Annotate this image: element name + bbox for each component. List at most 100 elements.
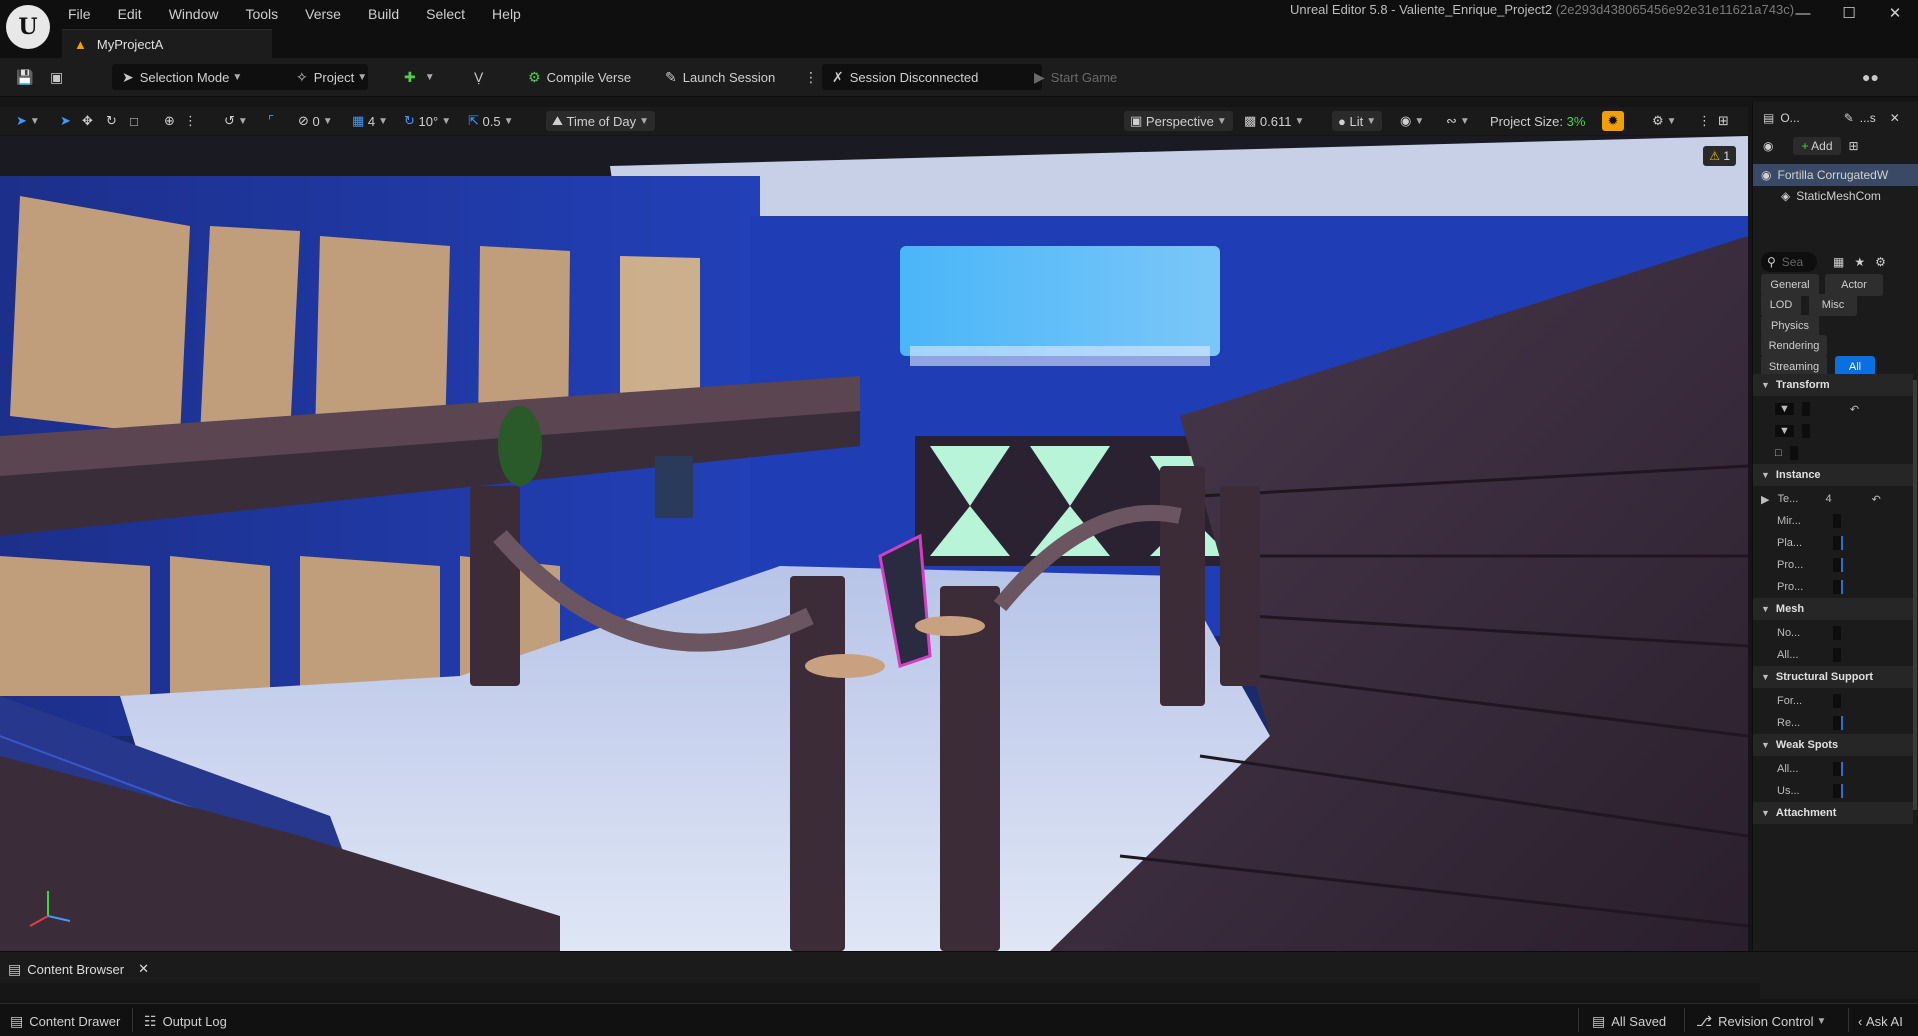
output-log-button[interactable]: ☷ Output Log xyxy=(144,1011,227,1031)
structural-prop-value[interactable] xyxy=(1833,694,1841,708)
select-arrow-icon[interactable]: ➤ xyxy=(60,111,71,131)
show-flags-dropdown[interactable]: ◉ ▼ xyxy=(1400,111,1424,131)
section-mesh[interactable]: ▼ Mesh xyxy=(1753,598,1913,620)
rotation-dropdown[interactable]: ▼ xyxy=(1775,425,1794,437)
component-row[interactable]: ◈ StaticMeshCom xyxy=(1753,186,1918,206)
instance-prop-value[interactable] xyxy=(1833,558,1843,572)
expand-arrow-icon[interactable]: ▶ xyxy=(1761,493,1769,506)
favorites-star-icon[interactable]: ★ xyxy=(1854,255,1865,269)
launch-session-button[interactable]: ✎ Launch Session xyxy=(665,64,775,90)
weak-prop-value[interactable] xyxy=(1833,784,1843,798)
section-transform[interactable]: ▼ Transform xyxy=(1753,374,1913,396)
world-icon[interactable]: ⊕ xyxy=(164,111,175,131)
table-view-icon[interactable]: ▦ xyxy=(1833,255,1844,269)
menu-tools[interactable]: Tools xyxy=(245,6,278,22)
rotation-value[interactable] xyxy=(1801,424,1810,438)
ask-ai-button[interactable]: ‹ Ask AI xyxy=(1858,1011,1903,1031)
add-actor-dropdown[interactable]: ✚ ▼ xyxy=(404,64,435,90)
map-check-warning[interactable]: ⚠ 1 xyxy=(1703,146,1736,166)
outliner-tab[interactable]: O... xyxy=(1780,111,1799,125)
time-of-day-dropdown[interactable]: ⛰ Time of Day ▼ xyxy=(546,111,656,131)
menu-build[interactable]: Build xyxy=(368,6,399,22)
category-physics[interactable]: Physics xyxy=(1761,315,1819,337)
minimize-icon[interactable]: — xyxy=(1780,5,1826,22)
details-search-box[interactable]: ⚲ Sea xyxy=(1761,252,1817,272)
menu-file[interactable]: File xyxy=(68,6,91,22)
content-drawer-button[interactable]: ▤ Content Drawer xyxy=(10,1011,120,1031)
select-tool-dropdown[interactable]: ➤ ▼ xyxy=(16,111,40,131)
project-tab[interactable]: ▲ MyProjectA xyxy=(62,29,272,58)
grid-snap-dropdown[interactable]: ▦ 4 ▼ xyxy=(352,111,388,131)
section-instance[interactable]: ▼ Instance xyxy=(1753,464,1913,486)
viewport-settings-dropdown[interactable]: ⚙ ▼ xyxy=(1652,111,1677,131)
realtime-toggle-icon[interactable]: ✹ xyxy=(1602,111,1624,131)
lock-icon[interactable]: □ xyxy=(1775,447,1782,459)
structural-prop-value[interactable] xyxy=(1833,716,1843,730)
reset-icon[interactable]: ↶ xyxy=(1850,403,1859,416)
revision-control-dropdown[interactable]: ⎇ Revision Control ▼ xyxy=(1696,1011,1826,1031)
content-browser-tab[interactable]: ▤ Content Browser ✕ xyxy=(8,958,149,980)
snap-count-dropdown[interactable]: ⊘ 0 ▼ xyxy=(298,111,333,131)
translate-icon[interactable]: ✥ xyxy=(82,111,93,131)
category-general[interactable]: General xyxy=(1761,274,1819,296)
surface-snap-icon[interactable]: ⌜ xyxy=(268,111,274,131)
menu-help[interactable]: Help xyxy=(492,6,521,22)
mesh-prop-value[interactable] xyxy=(1833,648,1841,662)
details-scrollbar[interactable] xyxy=(1913,380,1917,810)
instance-prop-value[interactable] xyxy=(1833,580,1843,594)
mesh-prop-value[interactable] xyxy=(1833,626,1841,640)
performance-dropdown[interactable]: ∾ ▼ xyxy=(1446,111,1470,131)
menu-window[interactable]: Window xyxy=(169,6,219,22)
maximize-icon[interactable]: ☐ xyxy=(1826,4,1872,22)
rotate-mode-dropdown[interactable]: ↺ ▼ xyxy=(224,111,248,131)
layout-icon[interactable]: ⊞ xyxy=(1718,111,1729,131)
instance-prop-value[interactable]: 4 xyxy=(1825,493,1831,505)
section-attachment[interactable]: ▼ Attachment xyxy=(1753,802,1913,824)
category-rendering[interactable]: Rendering xyxy=(1761,335,1827,357)
scale-snap-dropdown[interactable]: ⇱ 0.5 ▼ xyxy=(468,111,514,131)
browse-icon[interactable]: ▣ xyxy=(50,64,69,90)
details-tab[interactable]: ...s xyxy=(1860,111,1876,125)
unreal-logo-icon[interactable]: U xyxy=(6,5,50,49)
perspective-dropdown[interactable]: ▣ Perspective ▼ xyxy=(1124,111,1233,131)
blueprint-icon[interactable]: ⊞ xyxy=(1849,139,1859,153)
all-saved-button[interactable]: ▤ All Saved xyxy=(1592,1011,1666,1031)
verse-icon[interactable]: Ṿ xyxy=(474,64,489,90)
rotate-icon[interactable]: ↻ xyxy=(106,111,117,131)
category-misc[interactable]: Misc xyxy=(1809,294,1857,316)
lit-dropdown[interactable]: ● Lit ▼ xyxy=(1332,111,1383,131)
reset-icon[interactable]: ↶ xyxy=(1872,493,1881,506)
close-tab-icon[interactable]: ✕ xyxy=(1890,111,1900,125)
instance-prop-value[interactable] xyxy=(1833,536,1843,550)
category-actor[interactable]: Actor xyxy=(1825,274,1883,296)
more-options-icon[interactable]: ⋮ xyxy=(804,64,824,90)
menu-select[interactable]: Select xyxy=(426,6,465,22)
level-viewport[interactable]: ⚠ 1 xyxy=(0,136,1748,951)
session-status[interactable]: ✗ Session Disconnected xyxy=(822,64,1042,90)
viewport-options-icon[interactable]: ⋮ xyxy=(1698,111,1711,131)
location-dropdown[interactable]: ▼ xyxy=(1775,403,1794,415)
location-value[interactable] xyxy=(1801,402,1810,416)
start-game-button[interactable]: ▶ Start Game xyxy=(1034,64,1117,90)
menu-verse[interactable]: Verse xyxy=(305,6,341,22)
camera-speed-dropdown[interactable]: ▩ 0.611 ▼ xyxy=(1244,111,1304,131)
scale-icon[interactable]: □ xyxy=(130,111,138,131)
menu-edit[interactable]: Edit xyxy=(118,6,142,22)
scale-value[interactable] xyxy=(1789,446,1798,460)
viewport-more-icon[interactable]: ⋮ xyxy=(184,111,197,131)
settings-gear-icon[interactable]: ⚙ xyxy=(1875,255,1886,269)
angle-snap-dropdown[interactable]: ↻ 10° ▼ xyxy=(404,111,451,131)
add-component-button[interactable]: + Add xyxy=(1793,137,1841,155)
section-weak-spots[interactable]: ▼ Weak Spots xyxy=(1753,734,1913,756)
instance-prop-value[interactable] xyxy=(1833,514,1841,528)
category-lod[interactable]: LOD xyxy=(1761,294,1801,316)
save-icon[interactable]: 💾 xyxy=(16,64,39,90)
project-dropdown[interactable]: ✧ Project ▼ xyxy=(296,64,367,90)
weak-prop-value[interactable] xyxy=(1833,762,1843,776)
close-tab-icon[interactable]: ✕ xyxy=(138,961,149,977)
close-window-icon[interactable]: ✕ xyxy=(1872,4,1918,22)
selected-actor-row[interactable]: ◉ Fortilla CorrugatedW xyxy=(1753,164,1918,186)
compile-verse-button[interactable]: ⚙ Compile Verse xyxy=(528,64,631,90)
section-structural-support[interactable]: ▼ Structural Support xyxy=(1753,666,1913,688)
users-icon[interactable]: ●● xyxy=(1862,64,1885,90)
